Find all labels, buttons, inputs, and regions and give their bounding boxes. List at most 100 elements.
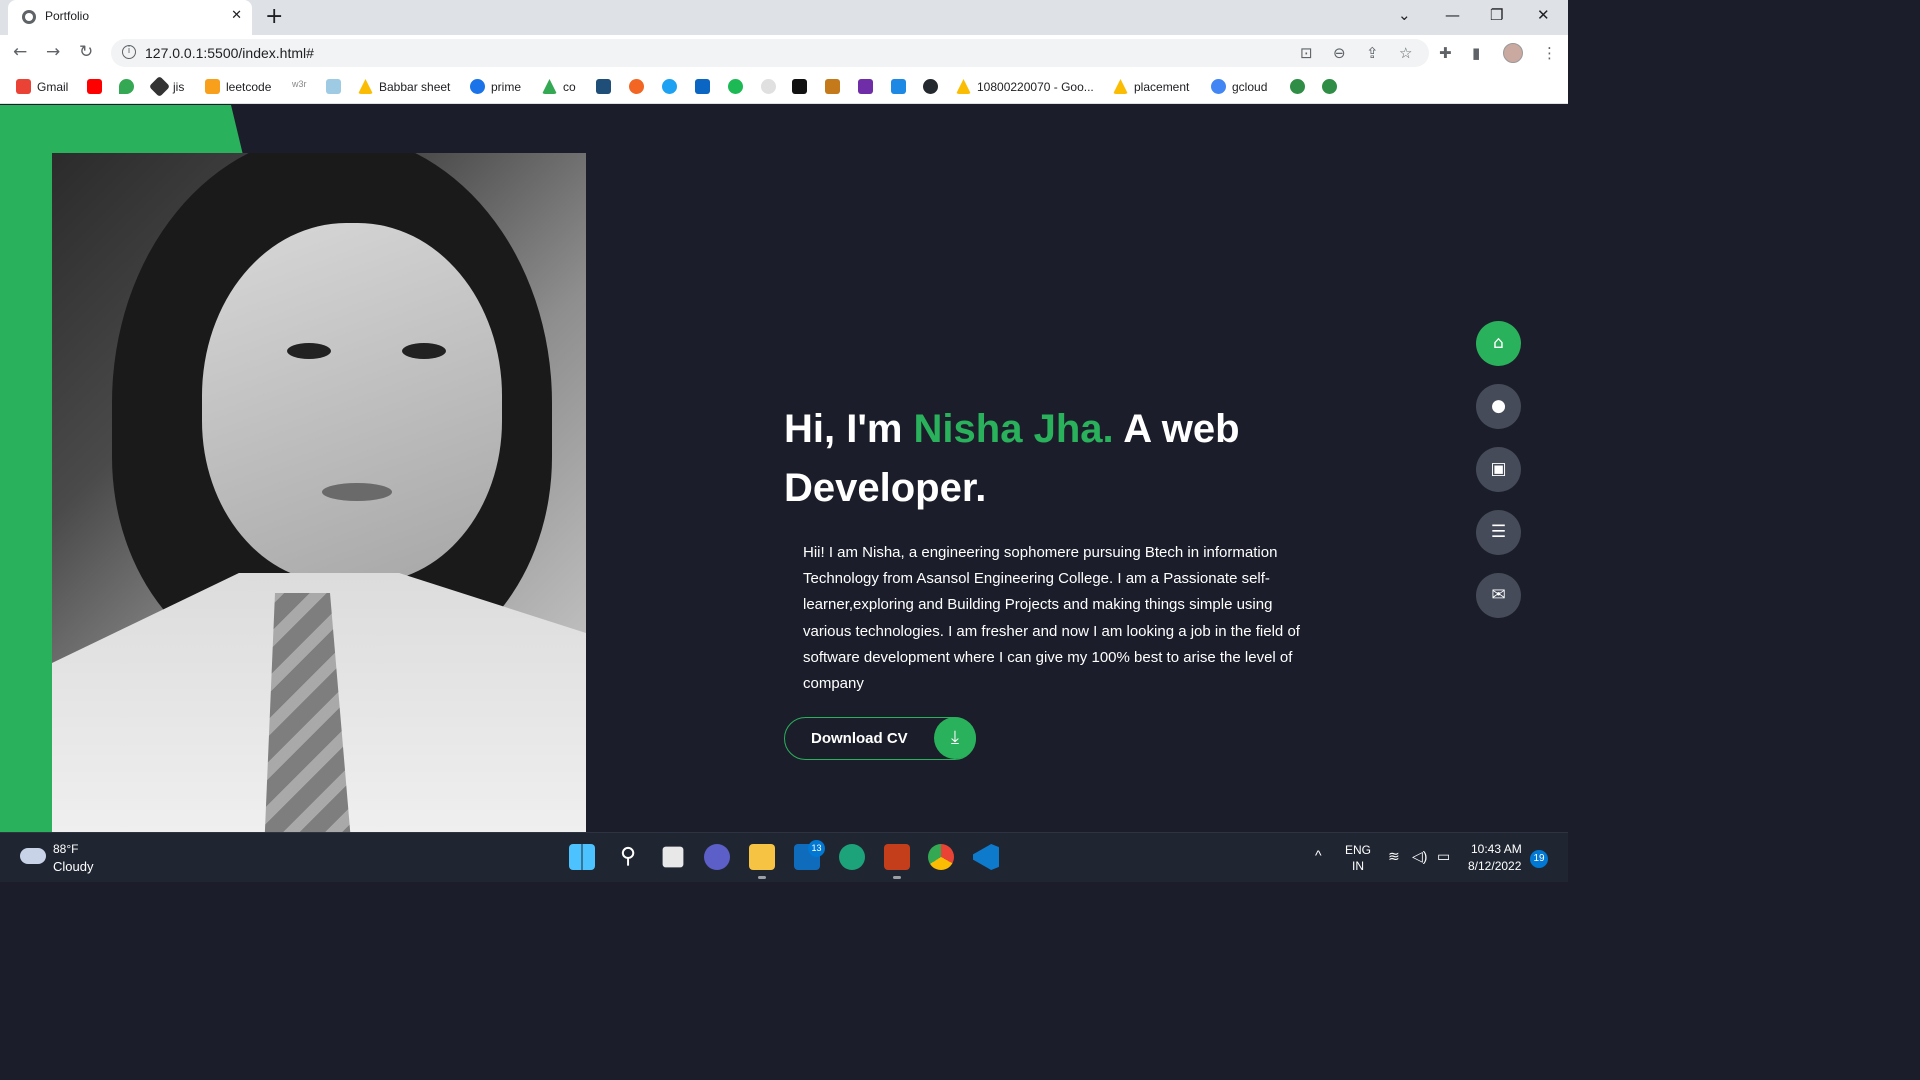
notification-badge[interactable]: 19 (1530, 850, 1548, 868)
new-tab-button[interactable]: + (265, 4, 283, 29)
bookmark-pen[interactable] (825, 79, 840, 94)
language-top[interactable]: ENG (1345, 843, 1371, 857)
bookmark-placement[interactable]: placement (1113, 79, 1189, 94)
tab-strip: Portfolio ✕ + ⌄ — ❐ ✕ (0, 0, 1568, 35)
battery-icon[interactable]: ▭ (1437, 848, 1450, 865)
menu-kebab-icon[interactable]: ⋮ (1542, 44, 1557, 62)
tab-portfolio[interactable]: Portfolio ✕ (8, 0, 252, 35)
user-icon: ● (1491, 396, 1506, 416)
green-circle-icon (728, 79, 743, 94)
portfolio-page: Hi, I'm Nisha Jha. A web Developer. Hii!… (0, 105, 1568, 832)
chrome-icon[interactable] (928, 844, 954, 870)
url-text[interactable]: 127.0.0.1:5500/index.html# (145, 45, 314, 61)
windows-taskbar: 88°F Cloudy ⚲ 13 ^ ENG IN ≋ ◁) ▭ 10:43 A… (0, 832, 1568, 882)
teams-chat-icon[interactable] (704, 844, 730, 870)
edge-icon[interactable] (839, 844, 865, 870)
youtube-icon (87, 79, 102, 94)
download-cv-label: Download CV (811, 730, 908, 747)
volume-icon[interactable]: ◁) (1412, 848, 1427, 865)
bookmark-twitter[interactable] (662, 79, 677, 94)
search-icon[interactable]: ⚲ (615, 844, 641, 870)
bookmark-youtube[interactable] (87, 79, 102, 94)
bookmark-light[interactable] (761, 79, 776, 94)
vscode-icon[interactable] (973, 844, 999, 870)
browser-toolbar: ← → ↻ i 127.0.0.1:5500/index.html# ⊡ ⊖ ⇪… (0, 35, 1568, 71)
nav-portfolio-button[interactable]: ▣ (1476, 447, 1521, 492)
nav-home-button[interactable]: ⌂ (1476, 321, 1521, 366)
gcloud-icon (1211, 79, 1226, 94)
close-tab-icon[interactable]: ✕ (231, 8, 242, 23)
back-arrow-icon[interactable]: ← (13, 42, 27, 62)
leetcode-icon (205, 79, 220, 94)
bookmark-maps[interactable] (119, 79, 134, 94)
bookmark-gfg-2[interactable] (1322, 79, 1337, 94)
jis-icon (148, 75, 171, 98)
search-site-icon (596, 79, 611, 94)
profile-avatar[interactable] (1503, 43, 1523, 63)
nav-contact-button[interactable]: ✉ (1476, 573, 1521, 618)
envelope-icon: ✉ (1491, 585, 1506, 605)
clock-time[interactable]: 10:43 AM (1471, 842, 1522, 856)
globe-icon (22, 10, 36, 24)
bookmark-goo[interactable]: 10800220070 - Goo... (956, 79, 1094, 94)
bookmark-blue[interactable] (891, 79, 906, 94)
extensions-icon[interactable]: ✚ (1439, 44, 1452, 62)
bookmark-gmail[interactable]: Gmail (16, 79, 68, 94)
bookmark-gcloud[interactable]: gcloud (1211, 79, 1267, 94)
bookmark-orange[interactable] (629, 79, 644, 94)
clock-date[interactable]: 8/12/2022 (1468, 859, 1521, 873)
language-bottom[interactable]: IN (1352, 859, 1364, 873)
address-bar[interactable]: i 127.0.0.1:5500/index.html# (111, 39, 1429, 67)
photo-eye-right (402, 343, 446, 359)
bookmark-babbar-sheet[interactable]: Babbar sheet (358, 79, 450, 94)
task-view-icon[interactable] (662, 846, 684, 868)
weather-temperature[interactable]: 88°F (53, 842, 78, 856)
cloud-icon[interactable] (20, 848, 46, 864)
bookmark-purple[interactable] (858, 79, 873, 94)
zoom-icon[interactable]: ⊖ (1333, 44, 1346, 62)
bookmark-co[interactable]: co (542, 79, 576, 94)
bookmark-gfg-1[interactable] (1290, 79, 1305, 94)
forward-arrow-icon[interactable]: → (46, 42, 60, 62)
chevron-up-icon[interactable]: ^ (1315, 847, 1322, 863)
tab-search-chevron-icon[interactable]: ⌄ (1398, 6, 1411, 24)
bookmark-jis[interactable]: jis (148, 75, 184, 98)
share-icon[interactable]: ⇪ (1366, 44, 1379, 62)
maps-icon (119, 79, 134, 94)
play-icon (470, 79, 485, 94)
start-button[interactable] (569, 844, 595, 870)
minimize-button[interactable]: — (1445, 6, 1460, 24)
weather-description[interactable]: Cloudy (53, 859, 93, 874)
wifi-icon[interactable]: ≋ (1388, 848, 1400, 865)
bookmark-star-icon[interactable]: ☆ (1399, 44, 1412, 62)
photo-face (202, 223, 502, 583)
briefcase-icon: ▣ (1490, 459, 1507, 479)
close-window-button[interactable]: ✕ (1537, 6, 1550, 24)
translate-icon[interactable]: ⊡ (1300, 44, 1313, 62)
bookmark-search[interactable] (596, 79, 611, 94)
nav-about-button[interactable]: ● (1476, 384, 1521, 429)
reload-icon[interactable]: ↻ (79, 42, 93, 62)
restore-button[interactable]: ❐ (1490, 6, 1503, 24)
nav-blog-button[interactable]: ☰ (1476, 510, 1521, 555)
bookmark-w3r[interactable]: w3r (292, 79, 307, 89)
mail-badge: 13 (808, 840, 825, 857)
hero-greeting: Hi, I'm (784, 407, 914, 451)
blue-icon (891, 79, 906, 94)
side-panel-icon[interactable]: ▮ (1472, 44, 1480, 62)
bookmark-chart[interactable] (326, 79, 341, 94)
purple-icon (858, 79, 873, 94)
home-icon: ⌂ (1493, 333, 1504, 353)
hackerrank-icon (792, 79, 807, 94)
bookmark-prime[interactable]: prime (470, 79, 521, 94)
bookmark-green[interactable] (728, 79, 743, 94)
linkedin-icon (695, 79, 710, 94)
bookmark-hackerrank[interactable] (792, 79, 807, 94)
bookmark-leetcode[interactable]: leetcode (205, 79, 271, 94)
powerpoint-icon[interactable] (884, 844, 910, 879)
bookmark-linkedin[interactable] (695, 79, 710, 94)
site-info-icon[interactable]: i (122, 45, 136, 59)
bookmark-github[interactable] (923, 79, 938, 94)
file-explorer-icon[interactable] (749, 844, 775, 879)
download-cv-button[interactable]: Download CV ⤓ (784, 717, 976, 760)
